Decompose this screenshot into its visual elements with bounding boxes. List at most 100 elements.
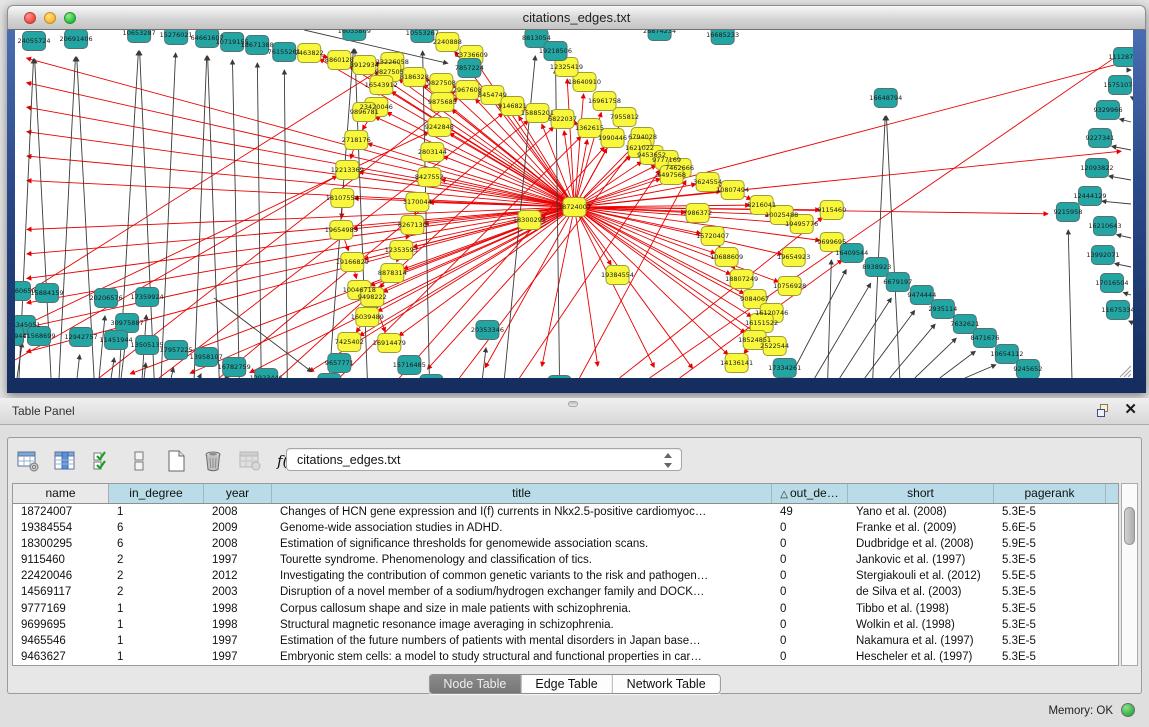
table-cell: 14569117 [13, 584, 109, 600]
graph-node-label: 16039489 [351, 313, 384, 321]
graph-edge[interactable] [940, 351, 975, 378]
graph-edge[interactable] [575, 207, 693, 368]
table-row[interactable]: 946554611997Estimation of the future num… [13, 633, 1118, 649]
memory-status-indicator[interactable] [1121, 703, 1135, 717]
dropdown-arrows-icon [663, 453, 672, 468]
graph-node-label: 10688609 [710, 253, 743, 261]
new-table-icon[interactable] [164, 449, 188, 473]
graph-edge[interactable] [355, 49, 368, 378]
table-settings-icon[interactable] [16, 449, 40, 473]
tab-node-table[interactable]: Node Table [429, 675, 521, 693]
column-header-in_degree[interactable]: in_degree [109, 484, 204, 503]
table-panel-header[interactable]: Table Panel ✕ [0, 398, 1149, 425]
column-header-title[interactable]: title [272, 484, 772, 503]
tab-edge-table[interactable]: Edge Table [521, 675, 612, 693]
column-header-out_de[interactable]: △out_de… [772, 484, 848, 503]
graph-edge[interactable] [915, 338, 956, 378]
graph-edge[interactable] [199, 374, 201, 378]
graph-node-label: 12213369 [331, 166, 364, 174]
table-scrollbar-thumb[interactable] [1124, 507, 1135, 545]
graph-edge[interactable] [965, 365, 996, 378]
graph-edge[interactable] [427, 207, 574, 369]
graph-edge[interactable] [873, 116, 885, 378]
graph-node-label: 11568699 [22, 332, 55, 340]
graph-edge[interactable] [27, 132, 575, 207]
graph-edge[interactable] [575, 207, 746, 333]
float-panel-icon[interactable] [1097, 404, 1111, 418]
table-row[interactable]: 977716911998Corpus callosum shape and si… [13, 601, 1118, 617]
graph-edge[interactable] [1123, 293, 1131, 295]
graph-edge[interactable] [329, 49, 353, 378]
graph-edge[interactable] [161, 53, 175, 378]
graph-edge[interactable] [865, 311, 915, 378]
table-row[interactable]: 1830029562008Estimation of significance … [13, 536, 1118, 552]
table-row[interactable]: 2242004622012Investigating the contribut… [13, 568, 1118, 584]
graph-edge[interactable] [144, 363, 146, 378]
graph-node[interactable] [548, 376, 571, 379]
graph-edge[interactable] [815, 283, 871, 378]
graph-edge[interactable] [890, 324, 935, 378]
graph-edge[interactable] [77, 355, 80, 378]
graph-node-label: 8878314 [378, 269, 407, 277]
table-cell: Estimation of the future numbers of pati… [272, 633, 772, 649]
graph-edge[interactable] [1068, 230, 1072, 378]
graph-edge[interactable] [1109, 176, 1131, 180]
table-row[interactable]: 946362711997Embryonic stem cells: a mode… [13, 649, 1118, 665]
graph-edge[interactable] [27, 207, 575, 254]
close-panel-icon[interactable]: ✕ [1124, 402, 1137, 418]
tab-network-table[interactable]: Network Table [613, 675, 720, 693]
table-row[interactable]: 1938455462009Genome-wide association stu… [13, 520, 1118, 536]
sort-ascending-icon: △ [780, 489, 788, 500]
graph-edge[interactable] [1115, 264, 1131, 267]
graph-node-label: 18107554 [326, 194, 359, 202]
table-row[interactable]: 1456911722003Disruption of a novel membe… [13, 584, 1118, 600]
graph-node-label: 16685233 [706, 31, 739, 39]
table-cell: Hescheler et al. (1997) [848, 649, 994, 665]
graph-edge[interactable] [482, 348, 486, 378]
graph-edge[interactable] [27, 207, 574, 230]
window-titlebar[interactable]: citations_edges.txt [7, 5, 1146, 30]
show-column-icon[interactable] [53, 449, 77, 473]
graph-node-label: 17334261 [768, 364, 801, 372]
graph-node[interactable] [318, 374, 341, 379]
column-header-short[interactable]: short [848, 484, 994, 503]
graph-edge[interactable] [27, 107, 575, 207]
table-cell: Changes of HCN gene expression and I(f) … [272, 504, 772, 520]
table-row[interactable]: 1872400712008Changes of HCN gene express… [13, 504, 1118, 520]
graph-node-label: 15720407 [696, 232, 729, 240]
graph-node[interactable] [420, 375, 443, 379]
table-selector-dropdown[interactable]: citations_edges.txt [286, 448, 682, 471]
graph-edge[interactable] [171, 368, 173, 378]
select-columns-icon[interactable] [90, 449, 114, 473]
canvas-resize-grip[interactable] [1120, 366, 1131, 377]
graph-edge[interactable] [99, 316, 105, 378]
graph-edge[interactable] [232, 60, 239, 378]
column-header-pagerank[interactable]: pagerank [994, 484, 1106, 503]
graph-edge[interactable] [1112, 146, 1131, 150]
network-svg: 1872400774638228860128891293423226058982… [15, 30, 1133, 378]
row-height-icon[interactable] [127, 449, 151, 473]
graph-edge[interactable] [575, 165, 656, 207]
graph-edge[interactable] [1120, 119, 1131, 122]
graph-edge[interactable] [15, 176, 337, 360]
graph-edge[interactable] [1117, 235, 1131, 238]
graph-edge[interactable] [1129, 321, 1131, 322]
graph-edge[interactable] [1102, 201, 1131, 204]
graph-edge[interactable] [886, 116, 899, 378]
table-scrollbar[interactable] [1121, 483, 1138, 666]
network-canvas[interactable]: 1872400774638228860128891293423226058982… [15, 30, 1133, 378]
table-cell: 1998 [204, 601, 272, 617]
panel-divider-grip[interactable] [568, 401, 578, 407]
table-row[interactable]: 969969511998Structural magnetic resonanc… [13, 617, 1118, 633]
graph-edge[interactable] [828, 260, 832, 378]
graph-edge[interactable] [208, 56, 220, 378]
delete-table-icon[interactable] [201, 449, 225, 473]
table-cell: Dudbridge et al. (2008) [848, 536, 994, 552]
table-row[interactable]: 911546021997Tourette syndrome. Phenomeno… [13, 552, 1118, 568]
graph-edge[interactable] [840, 298, 892, 378]
column-header-year[interactable]: year [204, 484, 272, 503]
graph-edge[interactable] [575, 205, 750, 207]
table-cell: Franke et al. (2009) [848, 520, 994, 536]
column-header-name[interactable]: name [13, 484, 109, 503]
graph-edge[interactable] [140, 51, 154, 378]
